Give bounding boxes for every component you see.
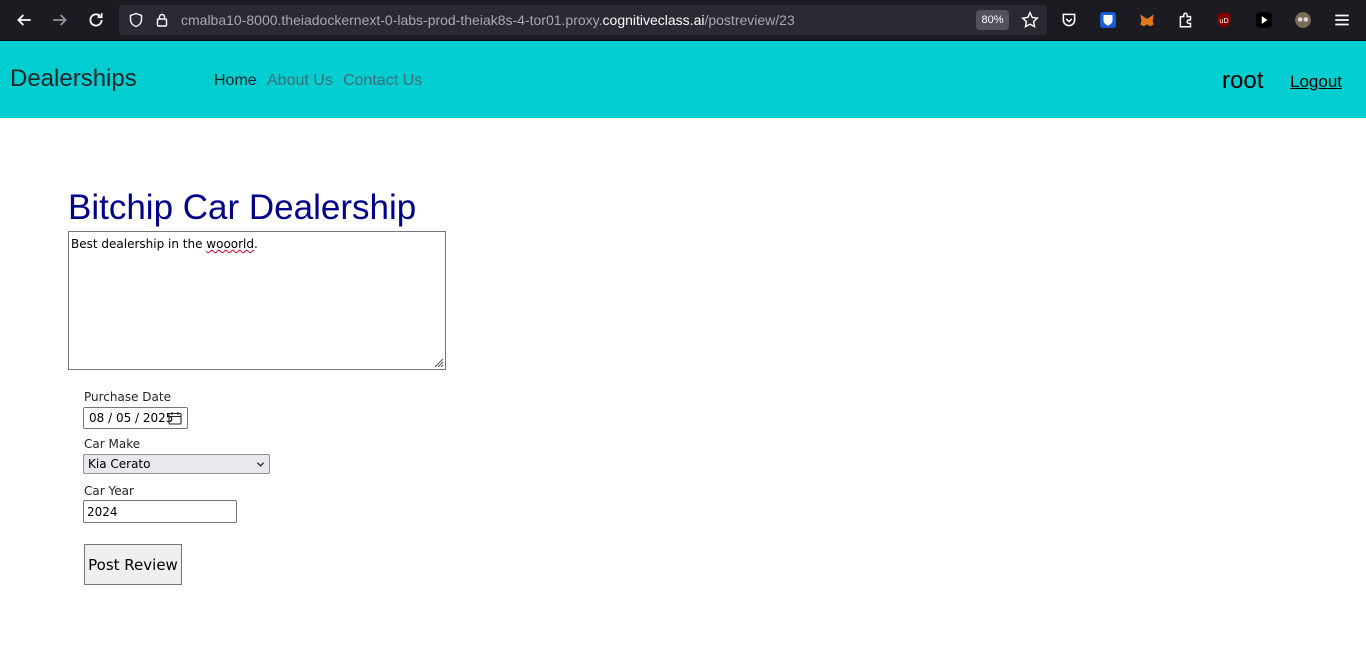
review-textarea[interactable]: Best dealership in the wooorld. [68,231,446,370]
logout-link[interactable]: Logout [1290,72,1342,92]
ublock-origin-icon[interactable]: uD [1213,9,1235,31]
url-text[interactable]: cmalba10-8000.theiadockernext-0-labs-pro… [181,12,795,28]
extensions-puzzle-icon[interactable] [1175,9,1197,31]
tracking-protection-icon[interactable] [127,11,145,29]
lock-icon[interactable] [153,11,171,29]
brand-logo-text[interactable]: Dealerships [10,65,137,93]
hamburger-menu-icon[interactable] [1331,9,1353,31]
purchase-date-input[interactable]: 08 / 05 / 2025 [83,407,188,429]
chevron-down-icon [256,462,265,467]
app-navbar: Dealerships Home About Us Contact Us roo… [0,41,1366,118]
nav-link-home[interactable]: Home [214,72,257,90]
car-year-label: Car Year [84,484,134,498]
url-prefix: cmalba10-8000.theiadockernext-0-labs-pro… [181,12,603,28]
car-make-select[interactable]: Kia Cerato [83,454,270,474]
forward-icon[interactable] [48,8,72,32]
review-text-part: Best dealership in the [71,237,207,251]
nav-link-contact[interactable]: Contact Us [343,72,422,90]
reload-icon[interactable] [84,8,108,32]
bookmark-star-icon[interactable] [1019,9,1041,31]
review-text-end: . [254,237,258,251]
url-domain: cognitiveclass.ai [602,12,705,28]
resize-grip-icon[interactable] [432,356,444,368]
url-bar[interactable]: cmalba10-8000.theiadockernext-0-labs-pro… [119,5,1047,35]
calendar-icon[interactable] [168,411,182,425]
zoom-level-badge[interactable]: 80% [976,10,1009,30]
back-icon[interactable] [12,8,36,32]
review-text-misspelled: wooorld [206,237,255,251]
url-path: /postreview/23 [704,12,795,28]
car-make-value: Kia Cerato [88,457,151,471]
car-year-input[interactable]: 2024 [83,500,237,523]
pocket-icon[interactable] [1058,9,1080,31]
car-make-label: Car Make [84,437,141,451]
media-play-extension-icon[interactable] [1253,9,1275,31]
purchase-date-label: Purchase Date [84,390,171,404]
nav-link-about[interactable]: About Us [267,72,333,90]
purchase-date-value: 08 / 05 / 2025 [89,411,174,425]
post-review-button[interactable]: Post Review [84,544,182,585]
browser-toolbar: cmalba10-8000.theiadockernext-0-labs-pro… [0,0,1366,41]
bitwarden-extension-icon[interactable] [1097,9,1119,31]
svg-text:uD: uD [1219,17,1228,25]
metamask-extension-icon[interactable] [1136,9,1158,31]
dealer-name-heading: Bitchip Car Dealership [68,188,417,227]
profile-avatar-icon[interactable] [1292,9,1314,31]
username-label: root [1222,67,1264,94]
